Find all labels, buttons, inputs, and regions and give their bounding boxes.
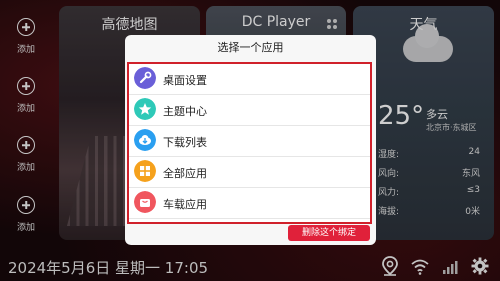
app-item-all-apps[interactable]: 全部应用 bbox=[129, 157, 370, 188]
download-cloud-icon bbox=[134, 129, 156, 151]
app-list[interactable]: 桌面设置 主题中心 下载列表 全部应用 车载应用 bbox=[127, 62, 372, 224]
dialog-title: 选择一个应用 bbox=[217, 41, 284, 54]
app-item-theme-center[interactable]: 主题中心 bbox=[129, 95, 370, 126]
app-item-desktop-settings[interactable]: 桌面设置 bbox=[129, 64, 370, 95]
app-label: 全部应用 bbox=[163, 167, 207, 180]
app-label: 车载应用 bbox=[163, 198, 207, 211]
select-app-dialog: 选择一个应用 桌面设置 主题中心 下载列表 全部应用 车载应用 删除这个绑定 bbox=[125, 35, 376, 245]
star-icon bbox=[134, 98, 156, 120]
delete-binding-button[interactable]: 删除这个绑定 bbox=[288, 225, 370, 241]
app-label: 主题中心 bbox=[163, 105, 207, 118]
bag-icon bbox=[134, 191, 156, 213]
app-item-car-apps[interactable]: 车载应用 bbox=[129, 188, 370, 219]
app-label: 下载列表 bbox=[163, 136, 207, 149]
wrench-icon bbox=[134, 67, 156, 89]
app-item-download-list[interactable]: 下载列表 bbox=[129, 126, 370, 157]
app-label: 桌面设置 bbox=[163, 74, 207, 87]
grid-icon bbox=[134, 160, 156, 182]
